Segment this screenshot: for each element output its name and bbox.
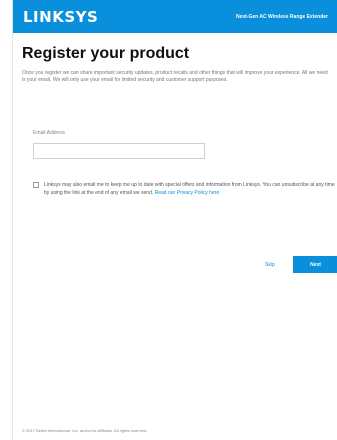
skip-link[interactable]: Skip xyxy=(265,262,275,268)
setup-frame: LINKSYS Next-Gen AC Wireless Range Exten… xyxy=(12,0,337,440)
email-label: Email Address xyxy=(33,130,65,136)
optin-text: Linksys may also email me to keep me up … xyxy=(44,181,337,197)
email-field[interactable] xyxy=(33,143,205,159)
privacy-policy-link[interactable]: Read our Privacy Policy here xyxy=(155,190,219,196)
intro-text: Once you register we can share important… xyxy=(22,70,328,83)
linksys-logo: LINKSYS xyxy=(23,7,99,26)
header-bar: LINKSYS Next-Gen AC Wireless Range Exten… xyxy=(13,0,337,33)
next-button[interactable]: Next xyxy=(293,256,337,273)
page-title: Register your product xyxy=(22,45,190,62)
optin-checkbox[interactable] xyxy=(33,182,39,188)
product-name: Next-Gen AC Wireless Range Extender xyxy=(235,13,328,20)
copyright-footer: © 2017 Belkin International, Inc. and/or… xyxy=(22,428,148,433)
marketing-optin: Linksys may also email me to keep me up … xyxy=(33,181,337,197)
